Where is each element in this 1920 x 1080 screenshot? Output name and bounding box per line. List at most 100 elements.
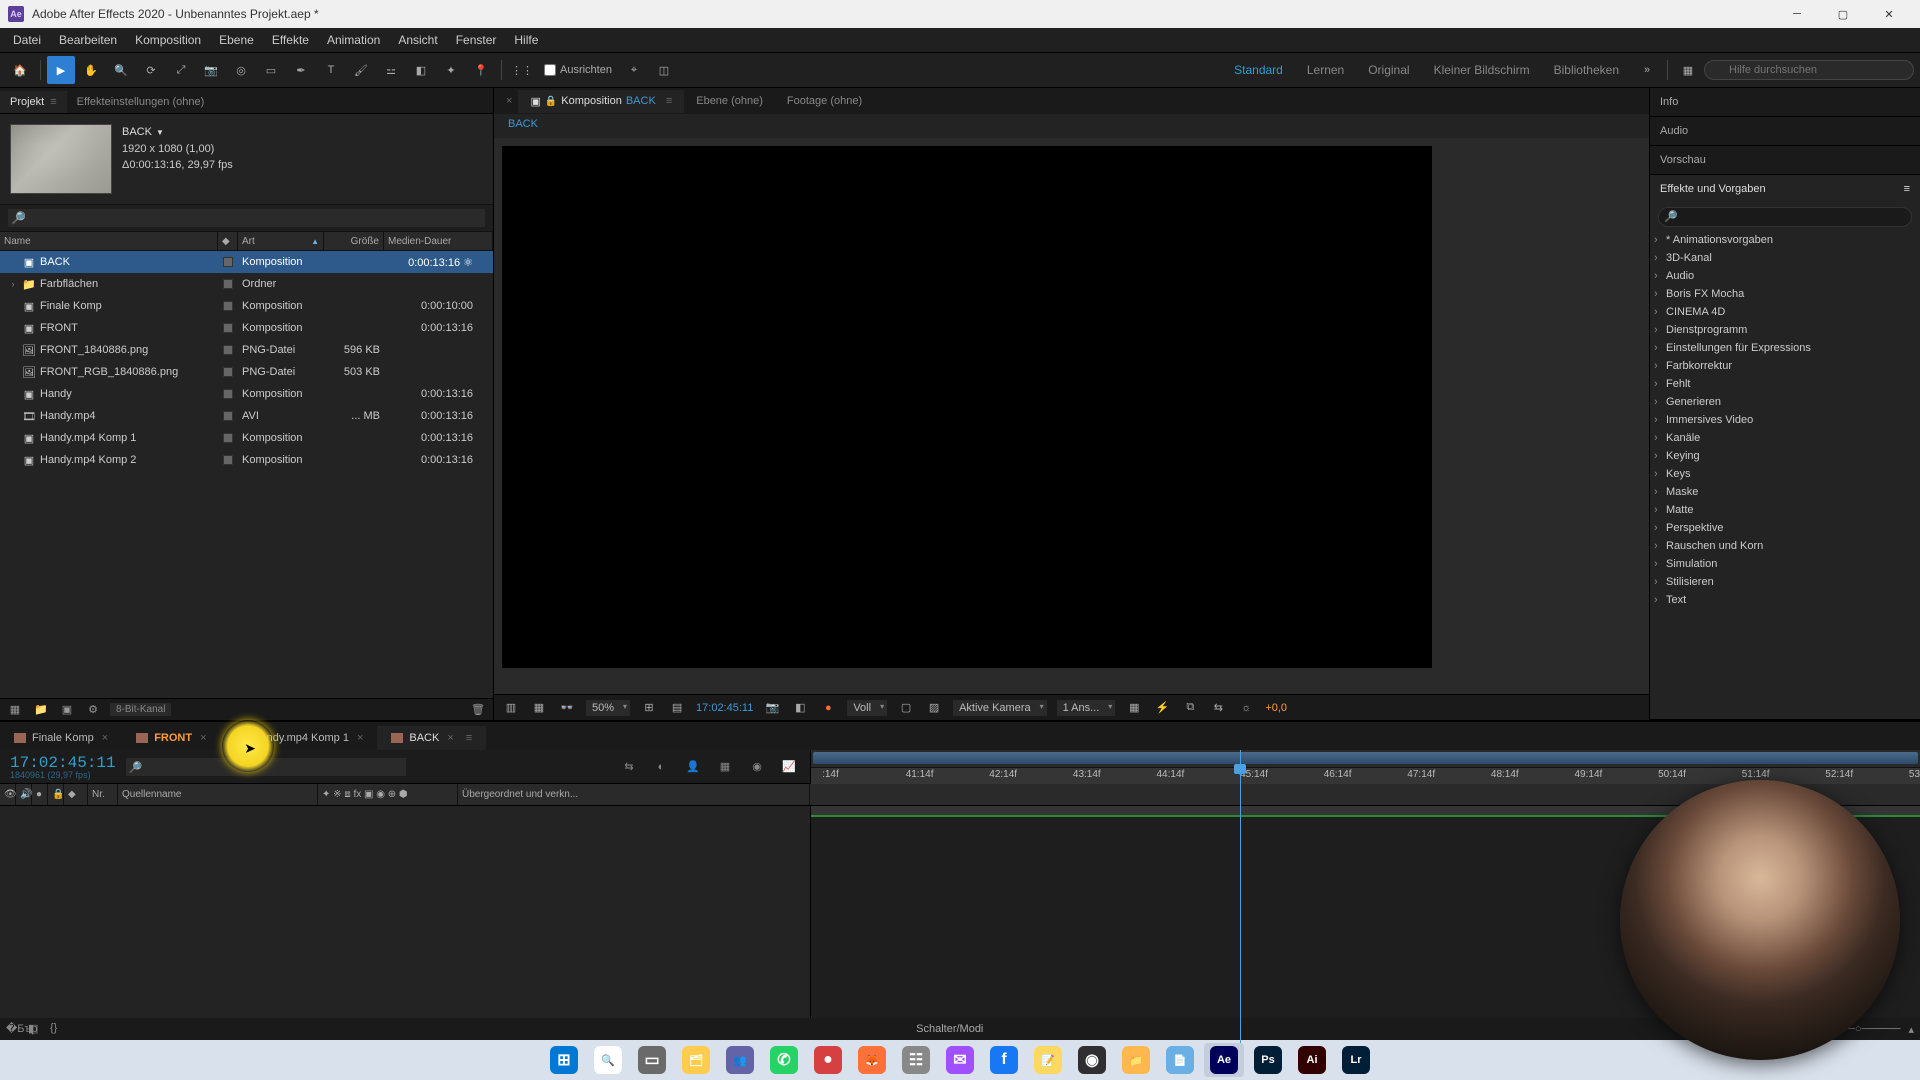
minimize-button[interactable]: ─ — [1774, 0, 1820, 28]
audio-panel-header[interactable]: Audio — [1650, 117, 1920, 145]
maximize-button[interactable]: ▢ — [1820, 0, 1866, 28]
effect-category[interactable]: Text — [1650, 591, 1920, 609]
align-checkbox[interactable]: Ausrichten — [538, 64, 618, 76]
effect-category[interactable]: Keys — [1650, 465, 1920, 483]
sync-settings-icon[interactable]: ▦ — [1674, 56, 1702, 84]
pixel-aspect-icon[interactable]: ▦ — [1125, 699, 1143, 717]
eraser-tool[interactable]: ◧ — [407, 56, 435, 84]
switches-modes-label[interactable]: Schalter/Modi — [72, 1023, 1828, 1035]
timeline-tab-back[interactable]: BACK×≡ — [377, 726, 486, 750]
effect-category[interactable]: Matte — [1650, 501, 1920, 519]
menu-animation[interactable]: Animation — [318, 30, 389, 50]
project-row[interactable]: 🖼FRONT_RGB_1840886.pngPNG-Datei503 KB — [0, 361, 493, 383]
workspace-kleiner bildschirm[interactable]: Kleiner Bildschirm — [1422, 59, 1542, 81]
project-row[interactable]: 🖼FRONT_1840886.pngPNG-Datei596 KB — [0, 339, 493, 361]
col-tag[interactable]: ◆ — [218, 232, 238, 250]
selection-tool[interactable]: ▶ — [47, 56, 75, 84]
effect-category[interactable]: Maske — [1650, 483, 1920, 501]
taskbar-obs[interactable]: ◉ — [1072, 1043, 1112, 1077]
mask-visibility-icon[interactable]: 👓 — [558, 699, 576, 717]
taskbar-teams[interactable]: 👥 — [720, 1043, 760, 1077]
mask-mode-icon[interactable]: ◫ — [650, 56, 678, 84]
region-icon[interactable]: ▥ — [502, 699, 520, 717]
project-tab[interactable]: Projekt≡ — [0, 91, 67, 113]
roto-tool[interactable]: ✦ — [437, 56, 465, 84]
new-folder-button[interactable]: 📁 — [32, 702, 50, 718]
guides-icon[interactable]: ▤ — [668, 699, 686, 717]
taskbar-lightroom[interactable]: Lr — [1336, 1043, 1376, 1077]
taskbar-files[interactable]: 📁 — [1116, 1043, 1156, 1077]
composition-viewport[interactable] — [494, 138, 1649, 694]
color-depth-button[interactable]: 8-Bit-Kanal — [110, 703, 171, 716]
taskbar-facebook[interactable]: f — [984, 1043, 1024, 1077]
footage-tab[interactable]: Footage (ohne) — [775, 90, 874, 112]
col-type[interactable]: Art▲ — [238, 232, 324, 250]
menu-komposition[interactable]: Komposition — [126, 30, 210, 50]
shape-tool[interactable]: ▭ — [257, 56, 285, 84]
effect-category[interactable]: Generieren — [1650, 393, 1920, 411]
effect-category[interactable]: Keying — [1650, 447, 1920, 465]
delete-button[interactable]: 🗑 — [469, 702, 487, 718]
menu-effekte[interactable]: Effekte — [263, 30, 318, 50]
col-label-icon[interactable]: ◆ — [64, 784, 88, 805]
composition-flowchart-button[interactable]: ⇆ — [618, 756, 640, 778]
views-dropdown[interactable]: 1 Ans... — [1057, 700, 1116, 716]
orbit-tool[interactable]: ⟳ — [137, 56, 165, 84]
project-row[interactable]: ▣FRONTKomposition0:00:13:16 — [0, 317, 493, 339]
effect-category[interactable]: Dienstprogramm — [1650, 321, 1920, 339]
toggle-in-out-button[interactable]: {} — [50, 1022, 66, 1036]
type-tool[interactable]: T — [317, 56, 345, 84]
menu-hilfe[interactable]: Hilfe — [505, 30, 547, 50]
project-row[interactable]: ▣Finale KompKomposition0:00:10:00 — [0, 295, 493, 317]
col-parent[interactable]: Übergeordnet und verkn... — [458, 784, 810, 805]
effect-category[interactable]: Einstellungen für Expressions — [1650, 339, 1920, 357]
show-channel-icon[interactable]: ◧ — [791, 699, 809, 717]
work-area-bar[interactable] — [813, 752, 1918, 764]
collapse-icon[interactable]: ⋮⋮ — [508, 56, 536, 84]
col-size[interactable]: Größe — [324, 232, 384, 250]
project-row[interactable]: ▣Handy.mp4 Komp 2Komposition0:00:13:16 — [0, 449, 493, 471]
workspace-more-button[interactable]: » — [1633, 56, 1661, 84]
effect-category[interactable]: CINEMA 4D — [1650, 303, 1920, 321]
zoom-in-icon[interactable]: ▴ — [1908, 1023, 1914, 1036]
roi-icon[interactable]: ▢ — [897, 699, 915, 717]
brush-tool[interactable]: 🖌 — [347, 56, 375, 84]
col-switches[interactable]: ✦ ※ ⧈ fx ▣ ◉ ⊕ ⬢ — [318, 784, 458, 805]
viewer-timecode[interactable]: 17:02:45:11 — [696, 702, 753, 714]
timeline-tab-finale-komp[interactable]: Finale Komp× — [0, 726, 122, 750]
col-source-name[interactable]: Quellenname — [118, 784, 318, 805]
effect-category[interactable]: Immersives Video — [1650, 411, 1920, 429]
taskbar-messenger[interactable]: ✉ — [940, 1043, 980, 1077]
layer-tab[interactable]: Ebene (ohne) — [684, 90, 775, 112]
draft3d-button[interactable]: ◐ — [650, 756, 672, 778]
effect-category[interactable]: Boris FX Mocha — [1650, 285, 1920, 303]
col-lock-icon[interactable]: 🔒 — [48, 784, 64, 805]
flowchart-icon[interactable]: ⇆ — [1209, 699, 1227, 717]
col-eye-icon[interactable]: 👁 — [0, 784, 16, 805]
pen-tool[interactable]: ✒ — [287, 56, 315, 84]
effect-category[interactable]: Stilisieren — [1650, 573, 1920, 591]
shy-button[interactable]: 👤 — [682, 756, 704, 778]
zoom-dropdown[interactable]: 50% — [586, 700, 630, 716]
menu-datei[interactable]: Datei — [4, 30, 50, 50]
menu-bearbeiten[interactable]: Bearbeiten — [50, 30, 126, 50]
col-solo-icon[interactable]: ● — [32, 784, 48, 805]
effect-category[interactable]: Rauschen und Korn — [1650, 537, 1920, 555]
zoom-tool[interactable]: 🔍 — [107, 56, 135, 84]
taskbar-notes[interactable]: 📝 — [1028, 1043, 1068, 1077]
layer-list[interactable] — [0, 806, 810, 1018]
home-button[interactable]: 🏠 — [6, 56, 34, 84]
project-search-input[interactable] — [8, 209, 485, 227]
toggle-transparency-icon[interactable]: ▦ — [530, 699, 548, 717]
preview-panel-header[interactable]: Vorschau — [1650, 146, 1920, 174]
frame-blend-button[interactable]: ▦ — [714, 756, 736, 778]
project-row[interactable]: ▣Handy.mp4 Komp 1Komposition0:00:13:16 — [0, 427, 493, 449]
effect-category[interactable]: Farbkorrektur — [1650, 357, 1920, 375]
workspace-lernen[interactable]: Lernen — [1295, 59, 1356, 81]
exposure-value[interactable]: +0,0 — [1265, 702, 1287, 714]
rotate-tool[interactable]: ⤢ — [167, 56, 195, 84]
effect-category[interactable]: Fehlt — [1650, 375, 1920, 393]
help-search-input[interactable] — [1704, 60, 1914, 80]
effect-category[interactable]: Audio — [1650, 267, 1920, 285]
camera-tool[interactable]: 📷 — [197, 56, 225, 84]
